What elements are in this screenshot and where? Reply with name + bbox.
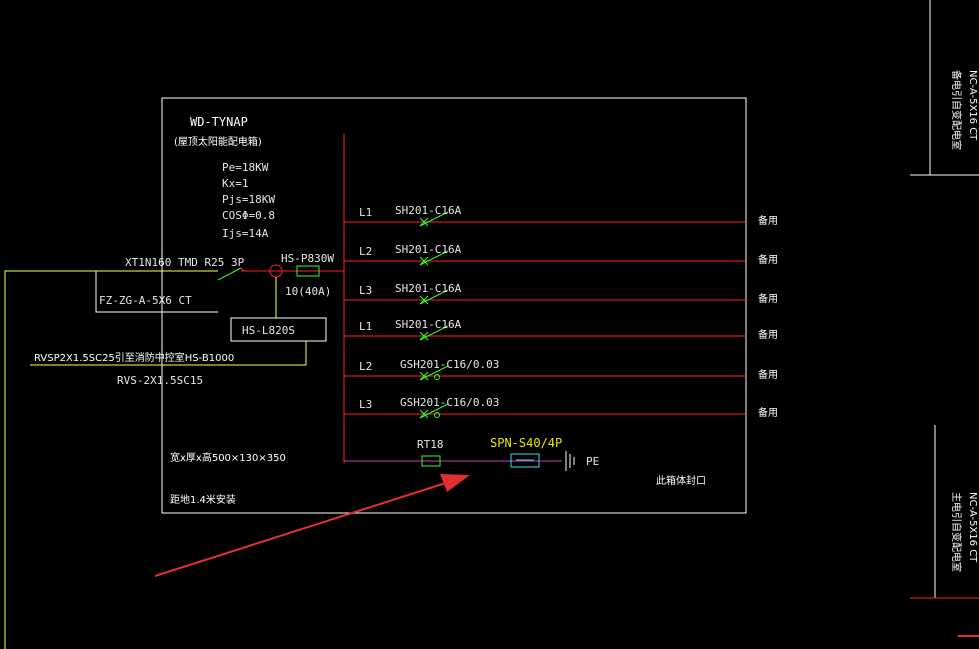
panel-subtitle: (屋顶太阳能配电箱) — [174, 135, 262, 148]
circuit-phase: L2 — [359, 360, 372, 373]
spd-label: SPN-S40/4P — [490, 436, 562, 450]
circuit-load-label: 备用 — [758, 406, 778, 419]
circuit-load-label: 备用 — [758, 328, 778, 341]
controller-label: HS-L820S — [242, 324, 295, 337]
circuit-phase: L2 — [359, 245, 372, 258]
rcd-symbol — [434, 412, 440, 418]
param-pjs: Pjs=18KW — [222, 193, 275, 206]
param-cos: COSΦ=0.8 — [222, 209, 275, 222]
param-pe: Pe=18KW — [222, 161, 269, 174]
circuit-phase: L1 — [359, 206, 372, 219]
right-text-upper: 备电引自变配电室 — [950, 70, 963, 150]
fuse-label: RT18 — [417, 438, 444, 451]
circuit-phase: L3 — [359, 284, 372, 297]
circuit-load-label: 备用 — [758, 368, 778, 381]
circuit-breaker-label: SH201-C16A — [395, 282, 462, 295]
circuit-load-label: 备用 — [758, 214, 778, 227]
panel-name: WD-TYNAP — [190, 115, 248, 129]
meter-label: HS-P830W — [281, 252, 334, 265]
circuit-breaker-label: SH201-C16A — [395, 243, 462, 256]
param-ijs: Ijs=14A — [222, 227, 269, 240]
wiring-diagram: WD-TYNAP (屋顶太阳能配电箱) Pe=18KW Kx=1 Pjs=18K… — [4, 0, 979, 649]
circuit-breaker-label: SH201-C16A — [395, 204, 462, 217]
circuit-breaker-label: SH201-C16A — [395, 318, 462, 331]
panel-mounting: 距地1.4米安装 — [170, 493, 236, 506]
meter-rating: 10(40A) — [285, 285, 331, 298]
rcd-symbol — [434, 374, 440, 380]
control-cable-2: RVS-2X1.5SC15 — [117, 374, 203, 387]
param-kx: Kx=1 — [222, 177, 249, 190]
circuit-breaker-label: GSH201-C16/0.03 — [400, 396, 499, 409]
ground-label: PE — [586, 455, 599, 468]
right-cable-lower: NC-A-5X16 CT — [967, 492, 978, 563]
incoming-breaker-symbol — [217, 267, 242, 281]
circuit-breaker-label: GSH201-C16/0.03 — [400, 358, 499, 371]
incoming-breaker-label: XT1N160 TMD R25 3P — [125, 256, 245, 269]
annotation-arrow — [154, 474, 470, 577]
ground-symbol — [565, 451, 575, 471]
panel-note: 此箱体封口 — [656, 474, 706, 487]
circuit-load-label: 备用 — [758, 253, 778, 266]
panel-params: Pe=18KW Kx=1 Pjs=18KW COSΦ=0.8 Ijs=14A — [222, 161, 275, 240]
outgoing-circuits: L1 SH201-C16A 备用 L2 SH201-C16A 备用 L3 SH201-C16A… — [344, 204, 778, 419]
circuit-phase: L3 — [359, 398, 372, 411]
circuit-load-label: 备用 — [758, 292, 778, 305]
control-cable-1: RVSP2X1.5SC25引至消防中控室HS-B1000 — [34, 351, 234, 364]
circuit-phase: L1 — [359, 320, 372, 333]
incoming-cable-label: FZ-ZG-A-5X6 CT — [99, 294, 192, 307]
panel-dimensions: 宽x厚x高500×130×350 — [170, 451, 286, 464]
right-cable-upper: NC-A-5X16 CT — [967, 70, 978, 141]
right-text-lower: 主电引自变配电室 — [950, 492, 963, 572]
